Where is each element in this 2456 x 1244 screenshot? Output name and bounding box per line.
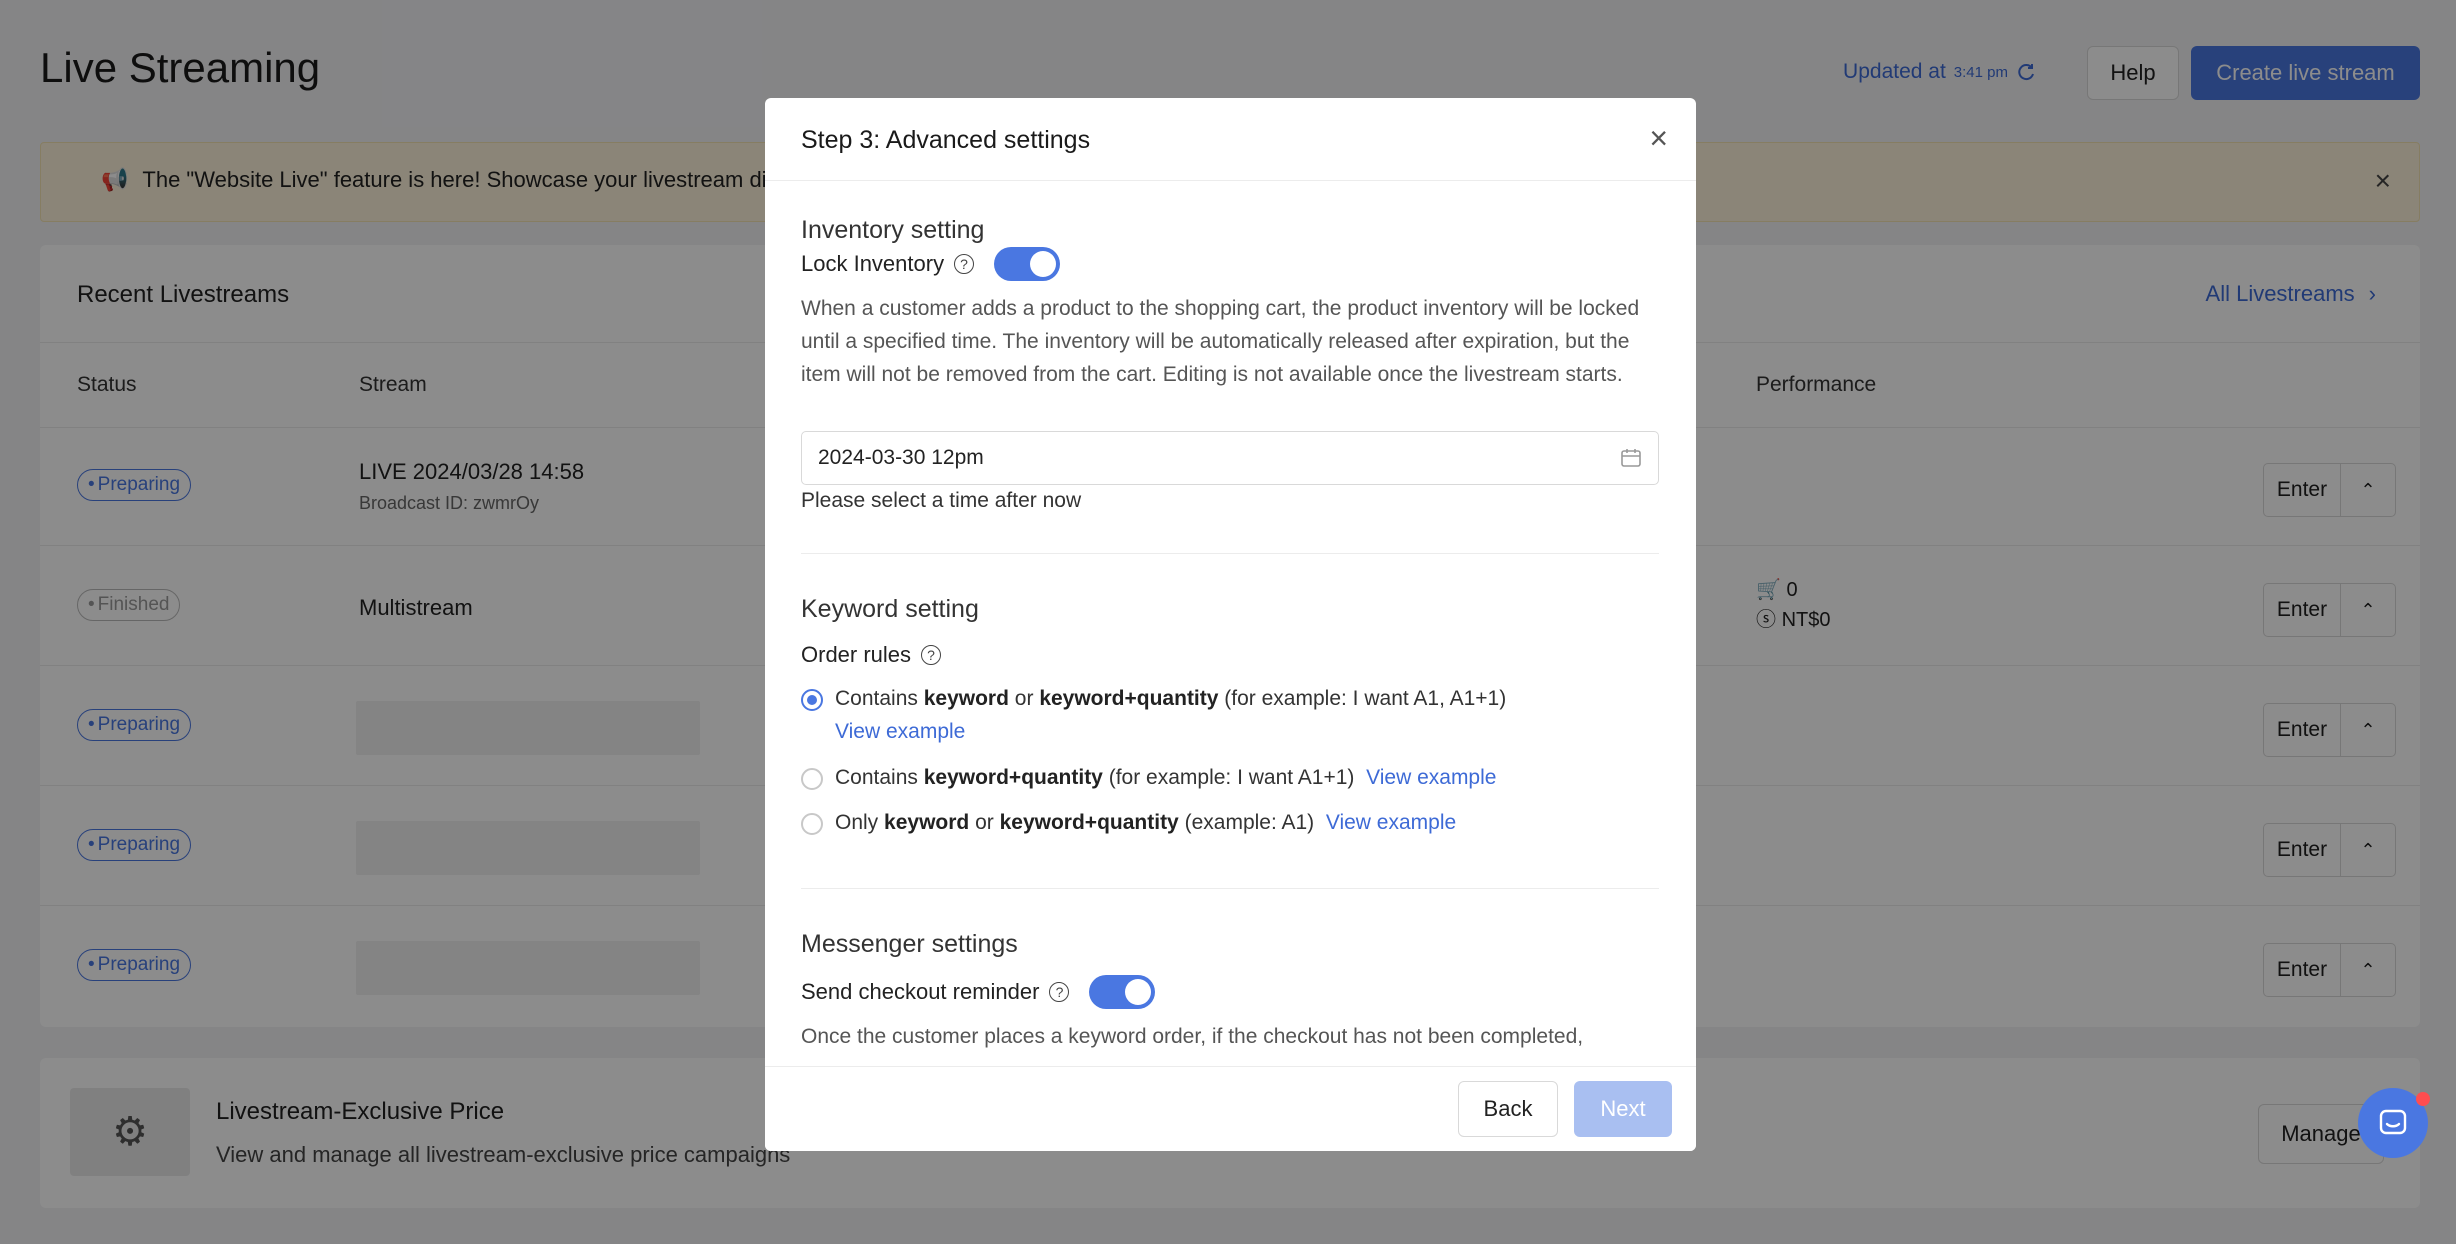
order-rules-label: Order rules [801, 642, 912, 667]
modal-footer: Back Next [765, 1066, 1696, 1151]
checkout-reminder-toggle[interactable] [1089, 975, 1156, 1009]
option-text: Contains [835, 766, 918, 789]
order-rule-option-2[interactable]: Contains keyword+quantity (for example: … [801, 766, 1496, 790]
option-keyword: keyword [923, 687, 1009, 710]
divider [801, 553, 1659, 554]
modal-title: Step 3: Advanced settings [801, 126, 1091, 154]
option-keyword: keyword+quantity [999, 811, 1179, 834]
option-keyword: keyword [884, 811, 970, 834]
order-rule-option-1[interactable]: Contains keyword or keyword+quantity (fo… [801, 687, 1506, 744]
modal-header: Step 3: Advanced settings × [765, 98, 1696, 181]
date-hint: Please select a time after now [801, 489, 1082, 512]
option-text: or [975, 811, 994, 834]
notification-dot [2416, 1092, 2430, 1106]
date-value[interactable]: 2024-03-30 12pm [818, 446, 984, 470]
lock-inventory-row: Lock Inventory ? [801, 247, 1061, 281]
chat-icon [2379, 1109, 2407, 1135]
order-rules-row: Order rules ? [801, 642, 942, 668]
lock-inventory-description: When a customer adds a product to the sh… [801, 297, 1640, 386]
option-text: Contains [835, 687, 918, 710]
advanced-settings-modal: Step 3: Advanced settings × Inventory se… [765, 98, 1696, 1151]
order-rule-option-3[interactable]: Only keyword or keyword+quantity (exampl… [801, 811, 1456, 835]
option-keyword: keyword+quantity [923, 766, 1103, 789]
radio-selected[interactable] [801, 689, 823, 711]
option-example: (for example: I want A1, A1+1) [1224, 687, 1507, 710]
messenger-section-title: Messenger settings [801, 930, 1018, 958]
lock-inventory-label: Lock Inventory [801, 251, 945, 276]
close-icon[interactable]: × [1649, 120, 1668, 157]
modal-body[interactable]: Inventory setting Lock Inventory ? When … [765, 182, 1696, 1064]
view-example-link[interactable]: View example [1366, 766, 1496, 789]
option-example: (example: A1) [1184, 811, 1315, 834]
help-icon[interactable]: ? [954, 254, 975, 274]
option-text: or [1014, 687, 1034, 710]
help-icon[interactable]: ? [921, 645, 942, 665]
view-example-link[interactable]: View example [1326, 811, 1456, 834]
option-text: Only [835, 811, 879, 834]
divider [801, 888, 1659, 889]
next-button[interactable]: Next [1574, 1081, 1672, 1137]
radio-unselected[interactable] [801, 813, 823, 835]
keyword-section-title: Keyword setting [801, 595, 979, 623]
option-keyword: keyword+quantity [1039, 687, 1219, 710]
lock-until-date-input[interactable]: 2024-03-30 12pm [801, 431, 1659, 485]
checkout-reminder-label: Send checkout reminder [801, 979, 1040, 1004]
option-example: (for example: I want A1+1) [1108, 766, 1355, 789]
view-example-link[interactable]: View example [835, 720, 1506, 744]
inventory-section-title: Inventory setting [801, 216, 985, 244]
checkout-reminder-row: Send checkout reminder ? [801, 975, 1156, 1009]
help-icon[interactable]: ? [1049, 982, 1070, 1002]
checkout-reminder-description: Once the customer places a keyword order… [801, 1025, 1584, 1048]
lock-inventory-toggle[interactable] [994, 247, 1061, 281]
radio-unselected[interactable] [801, 768, 823, 790]
calendar-icon[interactable] [1620, 447, 1642, 469]
back-button[interactable]: Back [1458, 1081, 1558, 1137]
